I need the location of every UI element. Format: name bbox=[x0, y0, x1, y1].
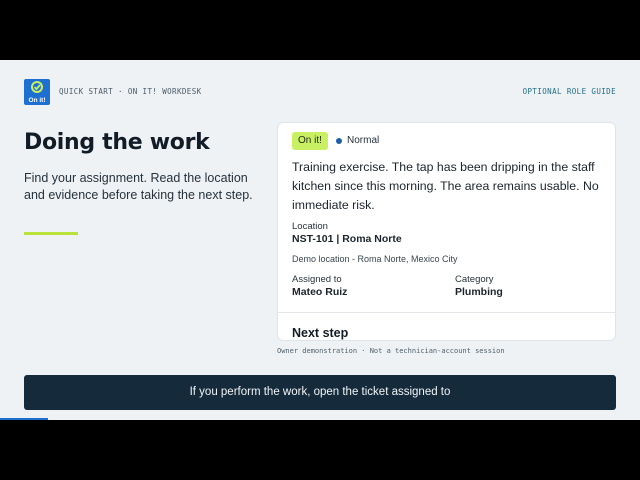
session-footnote: Owner demonstration · Not a technician-a… bbox=[277, 347, 505, 355]
location-value: NST-101 | Roma Norte bbox=[292, 233, 402, 245]
page-title: Doing the work bbox=[24, 130, 210, 155]
accent-divider bbox=[24, 232, 78, 235]
subtitle-caption: If you perform the work, open the ticket… bbox=[24, 375, 616, 410]
assigned-to-value: Mateo Ruiz bbox=[292, 286, 348, 298]
status-badge: On it! bbox=[292, 132, 328, 150]
breadcrumb-kicker: QUICK START · ON IT! WORKDESK bbox=[59, 87, 202, 96]
optional-role-guide-link[interactable]: OPTIONAL ROLE GUIDE bbox=[523, 87, 616, 96]
location-detail: Demo location - Roma Norte, Mexico City bbox=[292, 254, 458, 264]
card-divider bbox=[278, 312, 615, 313]
location-label: Location bbox=[292, 221, 328, 232]
priority-label: Normal bbox=[347, 135, 380, 146]
on-it-logo: On it! bbox=[24, 79, 50, 105]
ticket-description: Training exercise. The tap has been drip… bbox=[292, 160, 599, 212]
priority-dot-icon bbox=[336, 138, 342, 144]
tutorial-slide: On it! QUICK START · ON IT! WORKDESK OPT… bbox=[0, 60, 640, 420]
ticket-card[interactable]: On it! Normal Training exercise. The tap… bbox=[277, 122, 616, 341]
letterbox-bottom bbox=[0, 420, 640, 480]
logo-text: On it! bbox=[28, 97, 46, 104]
letterbox-top bbox=[0, 0, 640, 60]
intro-text: Find your assignment. Read the location … bbox=[24, 171, 253, 202]
category-value: Plumbing bbox=[455, 286, 503, 298]
assigned-to-label: Assigned to bbox=[292, 274, 342, 285]
tool-check-icon bbox=[31, 81, 43, 93]
category-label: Category bbox=[455, 274, 494, 285]
next-step-heading: Next step bbox=[292, 326, 349, 340]
